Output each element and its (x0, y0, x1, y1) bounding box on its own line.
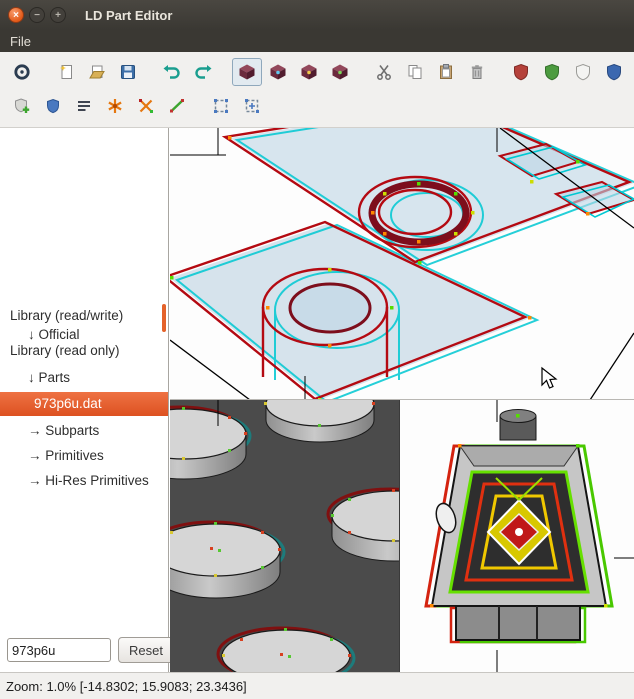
tree-item-subparts[interactable]: → Subparts (0, 419, 168, 442)
render-mode-4-button[interactable] (325, 58, 355, 86)
star-orange-button[interactable] (100, 92, 130, 120)
render-mode-2-button[interactable] (263, 58, 293, 86)
status-bar: Zoom: 1.0% [-14.8302; 15.9083; 23.3436] (0, 672, 634, 699)
title-bar: × − + LD Part Editor (0, 0, 634, 30)
line-green-button[interactable] (162, 92, 192, 120)
viewport-3d-bottom-left[interactable] (170, 400, 400, 672)
text-lines-icon (78, 101, 90, 111)
render-mode-2-icon (270, 64, 286, 80)
filter-input[interactable] (7, 638, 111, 662)
cross-orange-icon (139, 99, 153, 113)
shield-white-icon (576, 63, 590, 81)
new-file-icon (60, 65, 72, 79)
new-file-button[interactable] (51, 58, 81, 86)
delete-button[interactable] (462, 58, 492, 86)
tree-item-primitives[interactable]: → Primitives (0, 444, 168, 467)
toolbar-row-1 (4, 55, 630, 89)
text-lines-button[interactable] (69, 92, 99, 120)
selection-grid-button[interactable] (237, 92, 267, 120)
render-mode-1-icon (239, 64, 255, 80)
line-green-icon (170, 99, 184, 113)
sync-button[interactable] (7, 58, 37, 86)
render-mode-1-button[interactable] (232, 58, 262, 86)
delete-icon (471, 65, 483, 79)
tree-item-library-rw[interactable]: Library (read/write) (0, 304, 168, 327)
open-file-icon (89, 65, 105, 79)
shield-blue-button[interactable] (599, 58, 629, 86)
reset-button[interactable]: Reset (118, 637, 174, 663)
shield-green-button[interactable] (537, 58, 567, 86)
viewport-3d-bottom-right[interactable] (400, 400, 634, 672)
copy-icon (408, 65, 422, 79)
shield-small-blue-icon (47, 98, 59, 114)
selection-box-button[interactable] (206, 92, 236, 120)
parts-tree: Library (read/write) ↓ Official Library … (0, 304, 168, 492)
toolbar (0, 52, 634, 128)
undo-icon (163, 65, 180, 79)
tree-item-parts[interactable]: ↓ Parts (0, 366, 168, 389)
toolbar-row-2 (4, 89, 630, 123)
shield-plus-icon (15, 98, 30, 113)
shield-green-icon (545, 63, 559, 81)
sync-icon (14, 64, 30, 80)
selection-grid-icon (245, 99, 259, 113)
shield-red-icon (514, 63, 528, 81)
redo-icon (195, 65, 212, 79)
mouse-cursor (541, 366, 558, 389)
shield-red-button[interactable] (506, 58, 536, 86)
tree-item-library-ro[interactable]: Library (read only) (0, 342, 168, 361)
selection-box-icon (214, 99, 228, 113)
menu-bar: File (0, 30, 634, 52)
zoom-status: Zoom: 1.0% [-14.8302; 15.9083; 23.3436] (6, 678, 247, 694)
menu-file[interactable]: File (0, 30, 41, 52)
render-mode-3-icon (301, 64, 317, 80)
maximize-button[interactable]: + (50, 7, 66, 23)
cross-orange-button[interactable] (131, 92, 161, 120)
save-button[interactable] (113, 58, 143, 86)
render-mode-4-icon (332, 64, 348, 80)
paste-button[interactable] (431, 58, 461, 86)
viewport-3d-top[interactable] (170, 128, 634, 400)
redo-button[interactable] (188, 58, 218, 86)
tree-item-hires-primitives[interactable]: → Hi-Res Primitives (0, 469, 168, 492)
studs-render (170, 400, 399, 672)
torso-render (424, 400, 634, 672)
shield-small-blue-button[interactable] (38, 92, 68, 120)
minimize-button[interactable]: − (29, 7, 45, 23)
close-button[interactable]: × (8, 7, 24, 23)
shield-blue-icon (607, 63, 621, 81)
window-title: LD Part Editor (85, 7, 173, 23)
save-icon (121, 65, 135, 79)
anaglyph-part-render (170, 128, 634, 399)
paste-icon (440, 64, 452, 79)
cut-icon (377, 65, 391, 80)
main-area: Library (read/write) ↓ Official Library … (0, 128, 634, 672)
parts-tree-panel: Library (read/write) ↓ Official Library … (0, 128, 174, 672)
ld-part-editor-window: × − + LD Part Editor File Library (read/… (0, 0, 634, 699)
cut-button[interactable] (369, 58, 399, 86)
shield-white-button[interactable] (568, 58, 598, 86)
tree-scrollbar-thumb[interactable] (162, 304, 166, 332)
copy-button[interactable] (400, 58, 430, 86)
undo-button[interactable] (157, 58, 187, 86)
tree-item-973p6u-selected[interactable]: 973p6u.dat (0, 392, 168, 416)
render-mode-3-button[interactable] (294, 58, 324, 86)
tree-item-official[interactable]: ↓ Official (0, 327, 168, 342)
star-orange-icon (108, 99, 122, 113)
shield-plus-button[interactable] (7, 92, 37, 120)
open-file-button[interactable] (82, 58, 112, 86)
